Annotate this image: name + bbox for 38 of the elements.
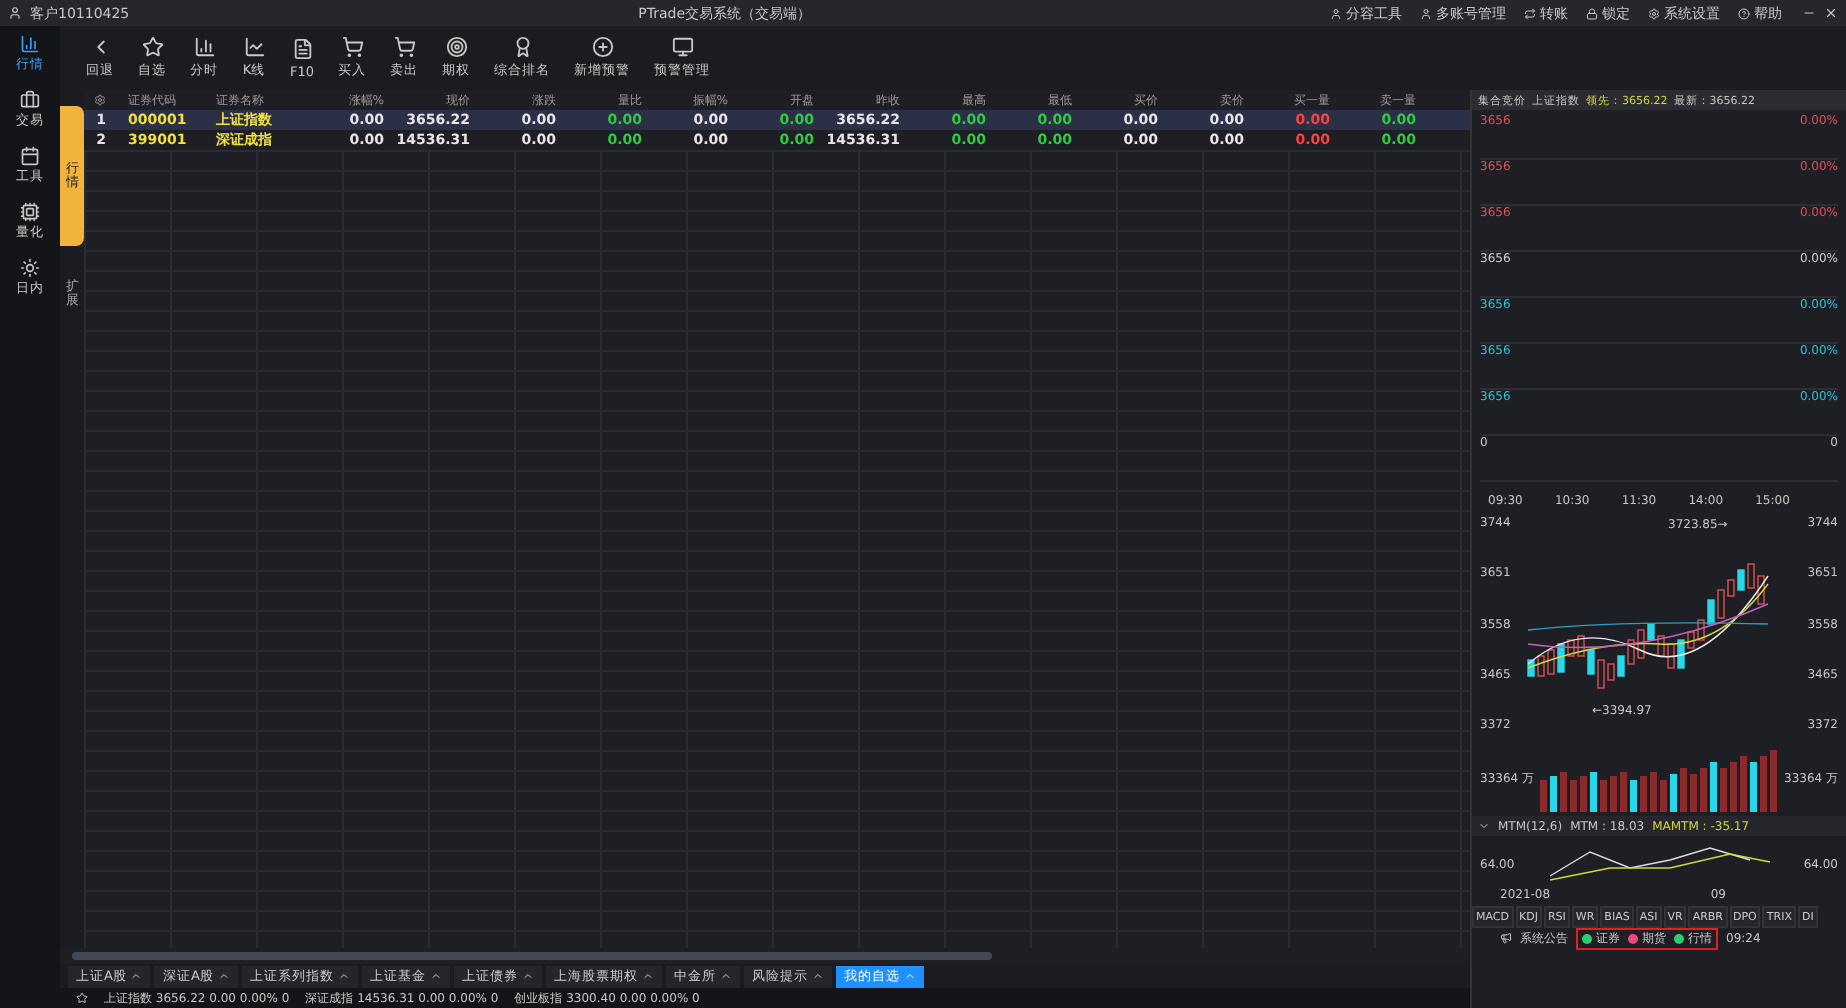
chevron-up-icon (130, 970, 143, 982)
repeat-icon (1524, 7, 1536, 19)
user-icon (1420, 7, 1432, 19)
document-icon (291, 37, 313, 59)
user-icon (8, 6, 22, 20)
award-icon (511, 36, 534, 58)
settings-icon (1648, 7, 1660, 19)
bar-chart-icon (20, 34, 40, 54)
plus-circle-icon (591, 36, 614, 58)
chevron-up-icon (903, 970, 916, 982)
chevron-up-icon (429, 970, 442, 982)
chevron-up-icon (811, 970, 824, 982)
close-icon[interactable] (1824, 6, 1838, 20)
cart-icon (393, 36, 416, 58)
help-icon (1738, 7, 1750, 19)
sun-icon (20, 258, 40, 278)
chevron-down-icon[interactable] (1478, 820, 1490, 832)
chevron-up-icon (719, 970, 732, 982)
cart-icon (341, 36, 364, 58)
chevron-up-icon (521, 970, 534, 982)
star-icon (141, 36, 163, 58)
chip-icon (20, 202, 40, 222)
calendar-icon (20, 146, 40, 166)
scrollbar-thumb[interactable] (72, 952, 992, 960)
lock-icon (1586, 7, 1598, 19)
briefcase-icon (20, 90, 40, 110)
target-icon (445, 36, 468, 58)
minimize-icon[interactable] (1802, 6, 1816, 20)
bar-chart-icon (193, 36, 215, 58)
chevron-up-icon (337, 970, 350, 982)
chevron-up-icon (217, 970, 230, 982)
chevron-up-icon (641, 970, 654, 982)
monitor-icon (671, 36, 694, 58)
megaphone-icon (1500, 932, 1512, 944)
user-icon (1330, 7, 1342, 19)
star-icon (76, 992, 88, 1004)
line-chart-icon (243, 36, 265, 58)
settings-icon[interactable] (94, 94, 106, 106)
